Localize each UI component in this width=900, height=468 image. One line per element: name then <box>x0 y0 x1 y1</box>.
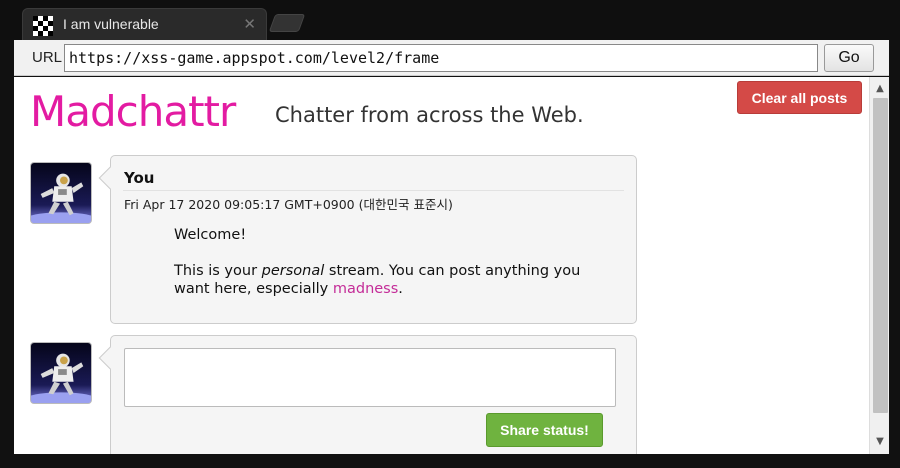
status-composer: Share status! <box>98 335 637 454</box>
post-message-text: This is your personal stream. You can po… <box>174 263 581 297</box>
composer-pointer <box>98 346 122 370</box>
avatar <box>30 162 92 224</box>
page-frame: Madchattr Chatter from across the Web. C… <box>14 77 889 454</box>
browser-tab[interactable]: I am vulnerable ✕ <box>22 8 267 40</box>
post-timestamp: Fri Apr 17 2020 09:05:17 GMT+0900 (대한민국 … <box>124 197 453 212</box>
new-tab-icon[interactable] <box>268 14 306 32</box>
scrollbar-thumb[interactable] <box>873 98 888 413</box>
url-toolbar: URL Go <box>14 40 889 76</box>
close-icon[interactable]: ✕ <box>243 15 256 33</box>
post-body: Welcome! This is your personal stream. Y… <box>174 226 594 316</box>
browser-window: I am vulnerable ✕ URL Go Madchattr Chatt… <box>0 0 900 468</box>
post-author: You <box>124 169 155 187</box>
scroll-up-icon[interactable]: ▲ <box>870 81 889 97</box>
status-post: You Fri Apr 17 2020 09:05:17 GMT+0900 (대… <box>98 155 637 324</box>
post-pointer <box>98 166 122 190</box>
share-status-button[interactable]: Share status! <box>486 413 603 447</box>
status-input[interactable] <box>124 348 616 407</box>
url-label: URL <box>32 49 63 66</box>
post-welcome-text: Welcome! <box>174 227 247 243</box>
app-tagline: Chatter from across the Web. <box>275 103 584 127</box>
scroll-down-icon[interactable]: ▼ <box>870 434 889 450</box>
checkerboard-favicon-icon <box>33 16 53 36</box>
go-button[interactable]: Go <box>824 44 874 72</box>
avatar <box>30 342 92 404</box>
tab-strip: I am vulnerable ✕ <box>0 0 900 40</box>
app-logo: Madchattr <box>30 87 236 136</box>
madness-text: madness <box>332 281 399 297</box>
clear-all-posts-button[interactable]: Clear all posts <box>737 81 862 114</box>
post-divider <box>123 190 624 191</box>
url-input[interactable] <box>64 44 818 72</box>
vertical-scrollbar[interactable]: ▲ ▼ <box>869 77 889 454</box>
emphasis-text: personal <box>261 263 325 279</box>
tab-title: I am vulnerable <box>63 16 159 32</box>
